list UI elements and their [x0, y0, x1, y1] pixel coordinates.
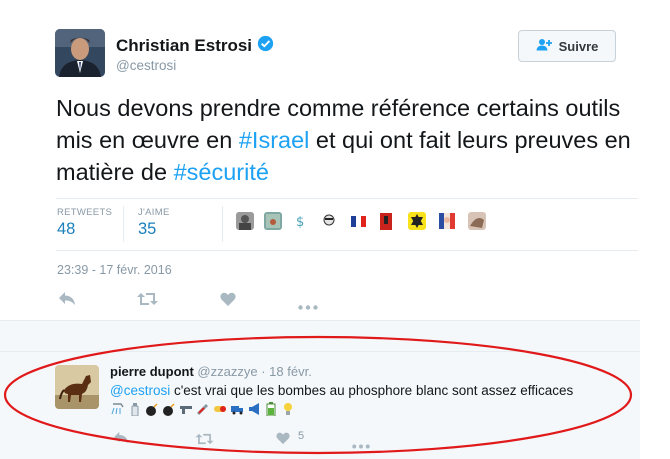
gun-icon: [178, 402, 194, 417]
author-name[interactable]: Christian Estrosi: [116, 36, 252, 56]
reply-emoji-row: [110, 400, 296, 418]
reply-icon[interactable]: [58, 291, 76, 311]
divider: [56, 250, 638, 251]
reply-date[interactable]: 18 févr.: [269, 364, 312, 379]
verified-badge-icon: [257, 35, 274, 57]
liker-avatar[interactable]: [378, 212, 396, 230]
likes-label: J'AIME: [138, 207, 170, 218]
reply-header: pierre dupont @zzazzye · 18 févr.: [110, 364, 312, 379]
author-avatar[interactable]: [55, 29, 105, 77]
divider: [0, 351, 640, 352]
more-icon[interactable]: [298, 297, 318, 315]
stat-divider: [222, 206, 223, 242]
retweets-label: RETWEETS: [57, 207, 113, 218]
battery-icon: [263, 402, 279, 417]
author-name-row[interactable]: Christian Estrosi: [116, 35, 274, 57]
lightbulb-icon: [280, 402, 296, 417]
shower-icon: [110, 402, 126, 417]
liker-avatar[interactable]: [350, 212, 368, 230]
reply-author-handle[interactable]: @zzazzye: [197, 364, 257, 379]
retweet-icon[interactable]: [137, 292, 158, 311]
divider: [56, 198, 638, 199]
reply-more-icon[interactable]: [352, 436, 370, 454]
reply-separator: ·: [261, 364, 266, 379]
follow-button-label: Suivre: [558, 38, 599, 54]
reply-body: c'est vrai que les bombes au phosphore b…: [170, 383, 574, 398]
reply-like-count: 5: [298, 430, 305, 442]
reply-author-avatar[interactable]: [55, 365, 99, 409]
reply-reply-icon[interactable]: [113, 431, 129, 449]
liker-avatar[interactable]: [320, 212, 338, 230]
author-handle[interactable]: @cestrosi: [116, 58, 176, 73]
retweets-count: 48: [57, 220, 76, 238]
reply-mention[interactable]: @cestrosi: [110, 383, 170, 398]
truck-icon: [229, 402, 245, 417]
reply-like-icon[interactable]: [276, 432, 290, 450]
liker-avatar[interactable]: [264, 212, 282, 230]
hashtag-securite[interactable]: #sécurité: [174, 159, 269, 185]
svg-text:$: $: [296, 215, 304, 230]
tweet-timestamp[interactable]: 23:39 - 17 févr. 2016: [57, 263, 172, 277]
megaphone-icon: [246, 402, 262, 417]
reply-author-name[interactable]: pierre dupont: [110, 364, 194, 379]
hashtag-israel[interactable]: #Israel: [239, 127, 310, 153]
stat-divider: [123, 206, 124, 242]
like-icon[interactable]: [220, 292, 236, 312]
reply-retweet-icon[interactable]: [195, 432, 214, 450]
syringe-icon: [195, 402, 211, 417]
tweet-text: Nous devons prendre comme référence cert…: [56, 92, 636, 188]
reply-text: @cestrosi c'est vrai que les bombes au p…: [110, 383, 573, 398]
retweets-stat[interactable]: RETWEETS 48: [57, 207, 112, 239]
lotion-icon: [127, 402, 143, 417]
pill-icon: [212, 402, 228, 417]
liker-avatar[interactable]: [438, 212, 456, 230]
likes-count: 35: [138, 220, 157, 238]
bomb-icon: [161, 402, 177, 417]
bomb-icon: [144, 402, 160, 417]
divider: [0, 320, 640, 321]
likes-stat[interactable]: J'AIME 35: [138, 207, 170, 239]
liker-avatar[interactable]: $: [292, 212, 310, 230]
liker-avatar[interactable]: [468, 212, 486, 230]
liker-avatar[interactable]: [236, 212, 254, 230]
follow-button[interactable]: Suivre: [518, 30, 616, 62]
add-user-icon: [536, 38, 552, 54]
liker-avatar[interactable]: [408, 212, 426, 230]
